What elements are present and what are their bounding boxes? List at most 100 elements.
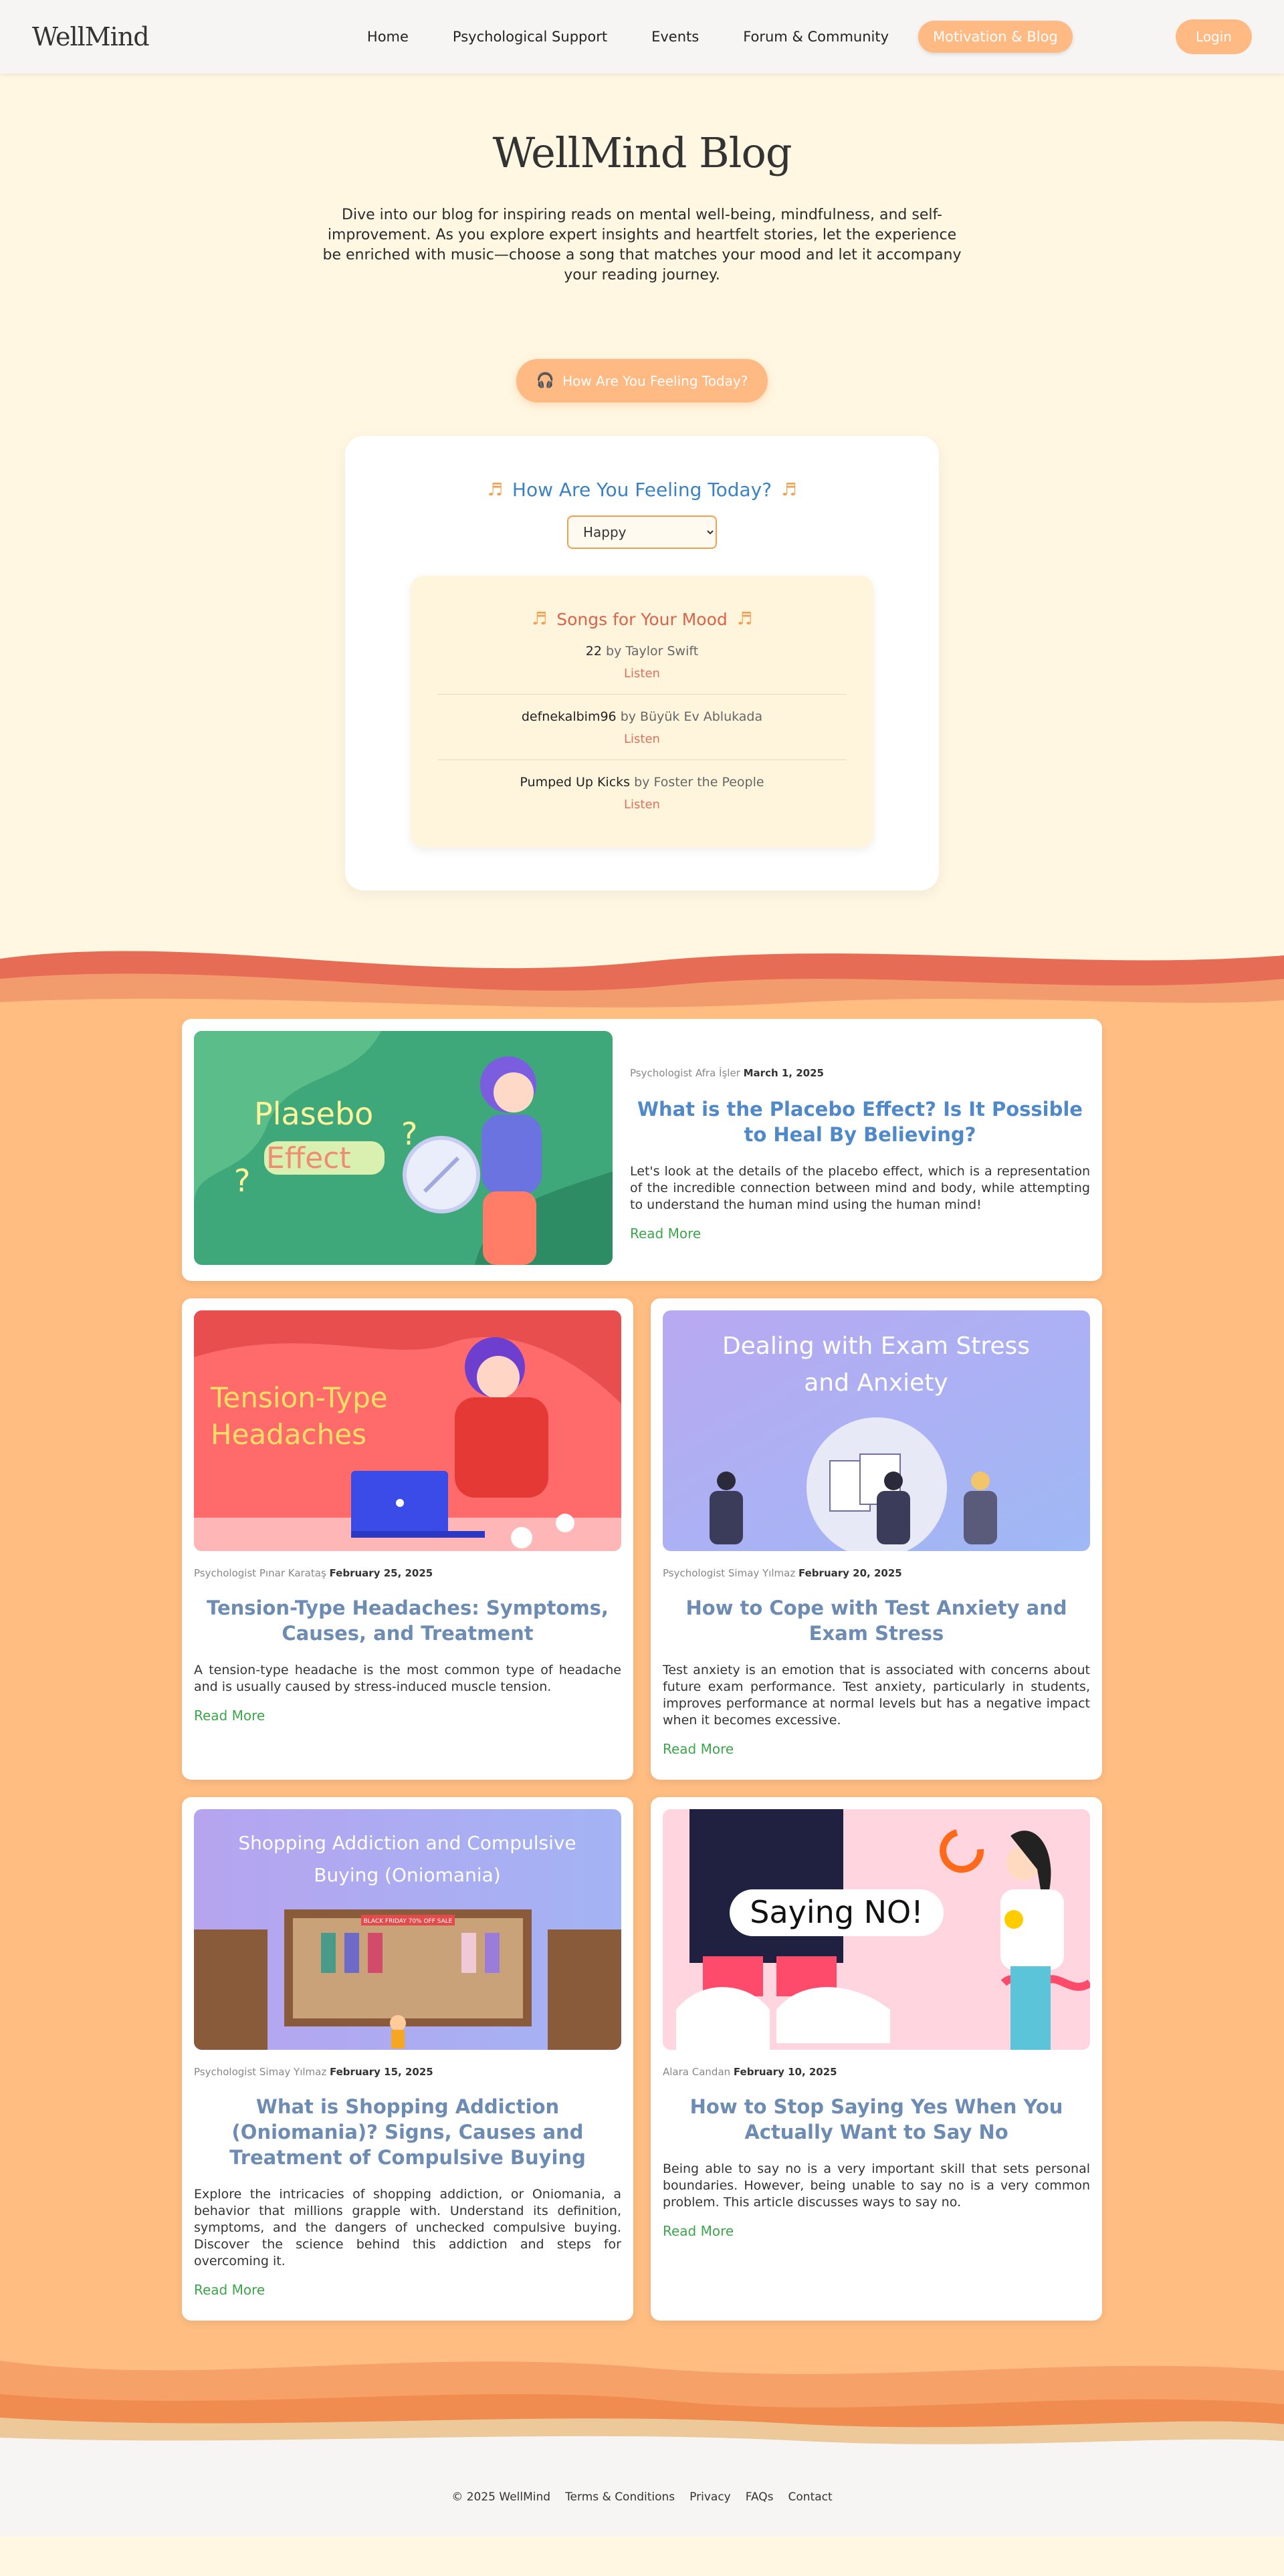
login-button[interactable]: Login — [1176, 19, 1252, 54]
post-title[interactable]: How to Stop Saying Yes When You Actually… — [663, 2094, 1090, 2145]
post-grid-row: Tension-Type Headaches Psychologist Pına… — [182, 1298, 1102, 1780]
posts-section: Plasebo Effect ? ? Psychologist Afra İşl… — [0, 1019, 1284, 2347]
read-more-link[interactable]: Read More — [663, 2223, 734, 2239]
footer: © 2025 WellMind Terms & Conditions Priva… — [0, 2458, 1284, 2537]
post-card[interactable]: Saying NO! Alara Candan February 10, 202… — [651, 1797, 1102, 2321]
footer-link-faqs[interactable]: FAQs — [746, 2490, 774, 2504]
nav-forum-community[interactable]: Forum & Community — [728, 21, 903, 53]
mood-select[interactable]: Happy — [567, 515, 717, 549]
post-date: March 1, 2025 — [743, 1067, 824, 1079]
song-artist: Büyük Ev Ablukada — [640, 709, 763, 724]
post-card[interactable]: Shopping Addiction and Compulsive Buying… — [182, 1797, 633, 2321]
site-logo[interactable]: WellMind — [32, 22, 150, 51]
footer-link-privacy[interactable]: Privacy — [689, 2490, 731, 2504]
image-text: Effect — [266, 1141, 351, 1175]
hero-section: WellMind Blog Dive into our blog for ins… — [0, 74, 1284, 891]
music-note-icon: ♬ — [736, 609, 753, 629]
mood-card: ♬ How Are You Feeling Today? ♬ Happy ♬ S… — [345, 436, 939, 891]
image-text: Tension-Type — [210, 1381, 388, 1414]
read-more-link[interactable]: Read More — [630, 1225, 701, 1242]
listen-link[interactable]: Listen — [624, 798, 660, 812]
feeling-toggle-button[interactable]: 🎧 How Are You Feeling Today? — [516, 359, 768, 402]
image-text: Headaches — [211, 1418, 366, 1451]
post-date: February 25, 2025 — [329, 1567, 433, 1579]
blog-intro: Dive into our blog for inspiring reads o… — [322, 207, 962, 283]
post-title[interactable]: What is the Placebo Effect? Is It Possib… — [630, 1096, 1090, 1147]
post-title[interactable]: Tension-Type Headaches: Symptoms, Causes… — [194, 1595, 621, 1646]
post-meta: Psychologist Afra İşler March 1, 2025 — [630, 1067, 1090, 1079]
nav-home[interactable]: Home — [352, 21, 423, 53]
svg-text:?: ? — [234, 1163, 250, 1199]
main-nav: Home Psychological Support Events Forum … — [352, 21, 1073, 53]
post-card[interactable]: Dealing with Exam Stress and Anxiety Psy… — [651, 1298, 1102, 1780]
song-title: 22 — [585, 644, 602, 659]
music-note-icon: ♬ — [487, 479, 503, 500]
read-more-link[interactable]: Read More — [663, 1741, 734, 1757]
song-by: by — [620, 709, 636, 724]
post-title[interactable]: How to Cope with Test Anxiety and Exam S… — [663, 1595, 1090, 1646]
songs-title-text: Songs for Your Mood — [556, 609, 728, 629]
image-text: Saying NO! — [750, 1894, 923, 1930]
post-card[interactable]: Tension-Type Headaches Psychologist Pına… — [182, 1298, 633, 1780]
post-meta: Alara Candan February 10, 2025 — [663, 2066, 1090, 2078]
nav-motivation-blog[interactable]: Motivation & Blog — [918, 21, 1073, 53]
nav-psychological-support[interactable]: Psychological Support — [438, 21, 622, 53]
song-item: defnekalbim96 by Büyük Ev Ablukada Liste… — [437, 695, 847, 760]
top-navbar: WellMind Home Psychological Support Even… — [0, 0, 1284, 74]
image-text: Plasebo — [254, 1096, 373, 1132]
image-text: and Anxiety — [804, 1369, 948, 1397]
post-author: Psychologist Pınar Karataş — [194, 1567, 326, 1579]
wave-divider-bottom — [0, 2347, 1284, 2458]
footer-link-terms[interactable]: Terms & Conditions — [565, 2490, 675, 2504]
mood-title-text: How Are You Feeling Today? — [512, 479, 772, 501]
feeling-button-label: How Are You Feeling Today? — [562, 372, 748, 389]
music-note-icon: ♬ — [781, 479, 797, 500]
wave-divider-top — [0, 939, 1284, 1019]
post-date: February 20, 2025 — [798, 1567, 902, 1579]
mood-title: ♬ How Are You Feeling Today? ♬ — [409, 479, 875, 501]
page-title: WellMind Blog — [492, 128, 792, 177]
post-excerpt: A tension-type headache is the most comm… — [194, 1663, 621, 1694]
song-item: Pumped Up Kicks by Foster the People Lis… — [437, 760, 847, 825]
post-meta: Psychologist Simay Yılmaz February 15, 2… — [194, 2066, 621, 2078]
image-text: Shopping Addiction and Compulsive — [238, 1832, 576, 1854]
song-by: by — [606, 644, 622, 659]
songs-title: ♬ Songs for Your Mood ♬ — [437, 609, 847, 629]
post-image-placebo[interactable]: Plasebo Effect ? ? — [194, 1031, 613, 1265]
nav-events[interactable]: Events — [637, 21, 714, 53]
song-item: 22 by Taylor Swift Listen — [437, 629, 847, 695]
post-image-exam-stress[interactable]: Dealing with Exam Stress and Anxiety — [663, 1310, 1090, 1551]
songs-box: ♬ Songs for Your Mood ♬ 22 by Taylor Swi… — [411, 576, 873, 848]
post-author: Psychologist Afra İşler — [630, 1067, 740, 1079]
post-excerpt: Let's look at the details of the placebo… — [630, 1164, 1090, 1212]
post-excerpt: Test anxiety is an emotion that is assoc… — [663, 1663, 1090, 1728]
song-title: defnekalbim96 — [521, 709, 617, 724]
image-text: BLACK FRIDAY 70% OFF SALE — [363, 1918, 452, 1925]
song-artist: Foster the People — [653, 775, 764, 790]
post-excerpt: Explore the intricacies of shopping addi… — [194, 2187, 621, 2268]
post-image-saying-no[interactable]: Saying NO! — [663, 1809, 1090, 2050]
read-more-link[interactable]: Read More — [194, 2282, 265, 2298]
image-text: Dealing with Exam Stress — [722, 1332, 1030, 1360]
listen-link[interactable]: Listen — [624, 667, 660, 681]
post-meta: Psychologist Pınar Karataş February 25, … — [194, 1567, 621, 1579]
music-note-icon: ♬ — [531, 609, 548, 629]
headphones-icon: 🎧 — [536, 372, 555, 389]
post-card-featured[interactable]: Plasebo Effect ? ? Psychologist Afra İşl… — [182, 1019, 1102, 1281]
image-text: Buying (Oniomania) — [314, 1864, 500, 1886]
post-grid-row: Shopping Addiction and Compulsive Buying… — [182, 1797, 1102, 2321]
post-meta: Psychologist Simay Yılmaz February 20, 2… — [663, 1567, 1090, 1579]
song-title: Pumped Up Kicks — [520, 775, 631, 790]
post-excerpt: Being able to say no is a very important… — [663, 2161, 1090, 2210]
post-author: Psychologist Simay Yılmaz — [663, 1567, 796, 1579]
post-title[interactable]: What is Shopping Addiction (Oniomania)? … — [194, 2094, 621, 2170]
post-body: Psychologist Afra İşler March 1, 2025 Wh… — [630, 1031, 1090, 1269]
footer-link-contact[interactable]: Contact — [788, 2490, 833, 2504]
post-author: Psychologist Simay Yılmaz — [194, 2066, 327, 2078]
post-image-tension[interactable]: Tension-Type Headaches — [194, 1310, 621, 1551]
song-by: by — [634, 775, 650, 790]
post-date: February 10, 2025 — [733, 2066, 837, 2078]
post-image-shopping[interactable]: Shopping Addiction and Compulsive Buying… — [194, 1809, 621, 2050]
listen-link[interactable]: Listen — [624, 732, 660, 746]
read-more-link[interactable]: Read More — [194, 1708, 265, 1724]
